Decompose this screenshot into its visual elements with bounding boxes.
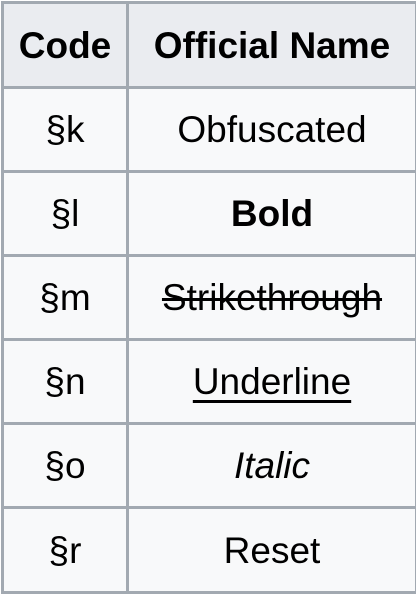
name-cell: Obfuscated — [128, 88, 416, 172]
table-row: §n Underline — [3, 340, 416, 424]
name-text: Underline — [193, 361, 351, 402]
name-text: Italic — [234, 445, 310, 486]
name-text: Bold — [231, 193, 313, 234]
code-cell: §l — [3, 172, 128, 256]
header-row: Code Official Name — [3, 3, 416, 88]
table-row: §r Reset — [3, 508, 416, 593]
table-row: §l Bold — [3, 172, 416, 256]
table-row: §o Italic — [3, 424, 416, 508]
code-cell: §n — [3, 340, 128, 424]
name-text: Obfuscated — [177, 109, 366, 150]
name-cell: Strikethrough — [128, 256, 416, 340]
formatting-codes-table: Code Official Name §k Obfuscated §l Bold… — [1, 1, 416, 594]
header-official-name: Official Name — [128, 3, 416, 88]
code-cell: §o — [3, 424, 128, 508]
code-cell: §r — [3, 508, 128, 593]
name-cell: Bold — [128, 172, 416, 256]
name-cell: Reset — [128, 508, 416, 593]
name-cell: Italic — [128, 424, 416, 508]
code-cell: §m — [3, 256, 128, 340]
name-cell: Underline — [128, 340, 416, 424]
table-row: §m Strikethrough — [3, 256, 416, 340]
name-text: Strikethrough — [162, 277, 382, 318]
code-cell: §k — [3, 88, 128, 172]
name-text: Reset — [224, 530, 321, 571]
header-code: Code — [3, 3, 128, 88]
table-row: §k Obfuscated — [3, 88, 416, 172]
